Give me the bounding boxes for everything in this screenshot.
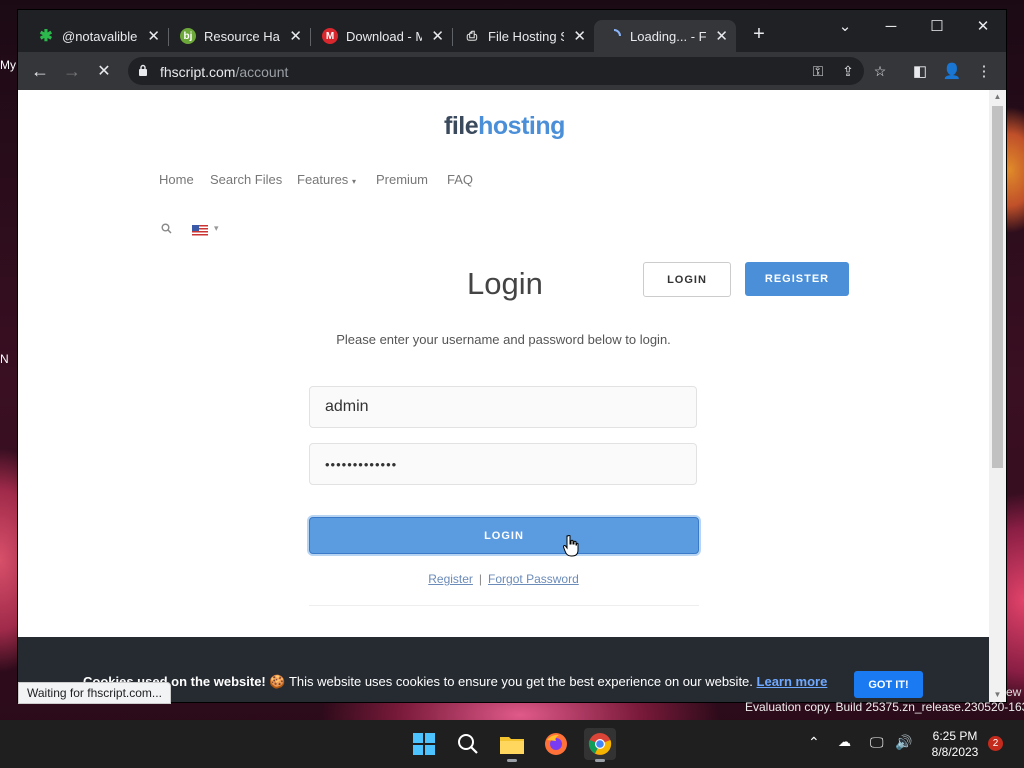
password-field[interactable]: ••••••••••••• [309,443,697,485]
tab-title: Download - M [346,28,422,44]
forward-button[interactable]: → [58,58,86,84]
close-tab-icon[interactable]: ✕ [715,27,728,45]
tab-download-mega[interactable]: M Download - M ✕ [310,20,452,52]
nav-features-label: Features [297,172,349,187]
mega-icon: M [322,28,338,44]
close-tab-icon[interactable]: ✕ [289,27,302,45]
hand-pointer-cursor-icon [563,535,579,557]
taskbar-search-icon[interactable] [452,728,484,760]
tab-title: File Hosting Sc [488,28,564,44]
firefox-icon[interactable] [540,728,572,760]
header-login-button[interactable]: LOGIN [643,262,731,297]
share-icon[interactable]: ⇪ [838,61,858,81]
site-logo[interactable]: filehosting [444,112,565,141]
green-asterisk-icon: ✱ [39,28,53,45]
system-clock[interactable]: 6:25 PM 8/8/2023 [924,728,986,760]
browser-toolbar: ← → ✕ fhscript.com/account ⚿ ⇪ ☆ ◧ 👤 ⋮ [18,52,1006,90]
minimize-button[interactable]: ─ [868,10,914,42]
login-submit-button[interactable]: LOGIN [309,517,699,554]
desktop-icon-label-fragment[interactable]: My [0,58,16,72]
chrome-icon[interactable] [584,728,616,762]
divider [309,605,699,606]
forgot-password-link[interactable]: Forgot Password [488,572,579,586]
page-viewport: filehosting Home Search Files Features ▾… [18,90,989,702]
bookmark-star-icon[interactable]: ☆ [870,61,890,81]
close-window-button[interactable]: ✕ [960,10,1006,42]
key-icon[interactable]: ⚿ [808,61,828,81]
url-host: fhscript.com [160,64,236,80]
header-register-button[interactable]: REGISTER [745,262,849,296]
search-icon[interactable] [161,223,172,237]
login-instructions: Please enter your username and password … [336,332,671,347]
page-title: Login [467,266,543,301]
chevron-down-icon[interactable]: ▾ [214,223,219,234]
browser-window: ✱ @notavalible | ✕ bj Resource Hack ✕ M … [18,10,1006,702]
nav-search-files[interactable]: Search Files [210,172,282,187]
auth-links: Register | Forgot Password [18,572,989,586]
tab-resource-hacker[interactable]: bj Resource Hack ✕ [168,20,310,52]
username-field[interactable]: admin [309,386,697,428]
scroll-up-arrow[interactable]: ▲ [989,90,1006,104]
logo-part-hosting: hosting [478,112,565,140]
tab-notavalible[interactable]: ✱ @notavalible | ✕ [26,20,168,52]
chevron-up-icon[interactable]: ⌃ [808,734,820,751]
url-path: /account [235,64,289,80]
register-link[interactable]: Register [428,572,473,586]
loading-spinner-icon [606,28,622,44]
taskbar: ⌃ ☁ 🖵 🔊 6:25 PM 8/8/2023 2 [0,720,1024,768]
logo-part-file: file [444,112,479,140]
clock-date: 8/8/2023 [931,745,979,759]
side-panel-icon[interactable]: ◧ [910,61,930,81]
desktop-text-fragment: ew [1006,685,1022,699]
nav-premium[interactable]: Premium [376,172,428,187]
desktop-icon-label-fragment-2[interactable]: N [0,352,9,366]
lock-icon [139,64,147,76]
close-tab-icon[interactable]: ✕ [147,27,160,45]
learn-more-link[interactable]: Learn more [757,674,828,689]
cookie-emoji-icon: 🍪 [269,674,286,689]
link-separator: | [478,572,483,586]
bj-badge-icon: bj [180,28,196,44]
tab-file-hosting-script[interactable]: ⎙ File Hosting Sc ✕ [452,20,594,52]
tab-loading-active[interactable]: Loading... - File ✕ [594,20,736,52]
us-flag-icon[interactable] [192,225,208,236]
volume-icon[interactable]: 🔊 [895,734,912,751]
clock-time: 6:25 PM [932,729,978,743]
nav-features[interactable]: Features ▾ [297,172,356,187]
scroll-thumb[interactable] [992,106,1003,468]
page-scrollbar[interactable]: ▲ ▼ [989,90,1006,702]
new-tab-button[interactable]: + [744,18,774,50]
close-tab-icon[interactable]: ✕ [573,27,586,45]
notification-badge[interactable]: 2 [988,736,1003,751]
tab-title: Resource Hack [204,28,280,44]
profile-icon[interactable]: 👤 [942,61,962,81]
evaluation-watermark: Evaluation copy. Build 25375.zn_release.… [745,700,1024,714]
menu-kebab-icon[interactable]: ⋮ [974,61,994,81]
cookie-accept-button[interactable]: GOT IT! [854,671,923,698]
chevron-down-icon: ▾ [351,177,356,186]
windows-start-icon[interactable] [408,728,440,760]
back-button[interactable]: ← [26,58,54,84]
tab-title: @notavalible | [62,28,138,44]
cookie-body: This website uses cookies to ensure you … [288,674,753,689]
network-icon[interactable]: 🖵 [870,734,884,751]
file-explorer-icon[interactable] [496,728,528,762]
url-text: fhscript.com/account [160,64,288,80]
tab-strip: ✱ @notavalible | ✕ bj Resource Hack ✕ M … [18,10,1006,56]
address-bar[interactable]: fhscript.com/account ⚿ ⇪ ☆ [128,57,886,85]
close-tab-icon[interactable]: ✕ [431,27,444,45]
printer-icon: ⎙ [466,28,478,43]
nav-faq[interactable]: FAQ [447,172,473,187]
browser-status-bar: Waiting for fhscript.com... [18,682,171,704]
chevron-down-icon[interactable]: ⌄ [822,10,868,42]
tab-title: Loading... - File [630,28,706,44]
nav-home[interactable]: Home [159,172,194,187]
cloud-offline-icon[interactable]: ☁ [838,734,851,750]
maximize-button[interactable]: ☐ [914,10,960,42]
cookie-message: Cookies used on the website! 🍪 This webs… [83,674,827,690]
stop-loading-button[interactable]: ✕ [90,58,118,84]
